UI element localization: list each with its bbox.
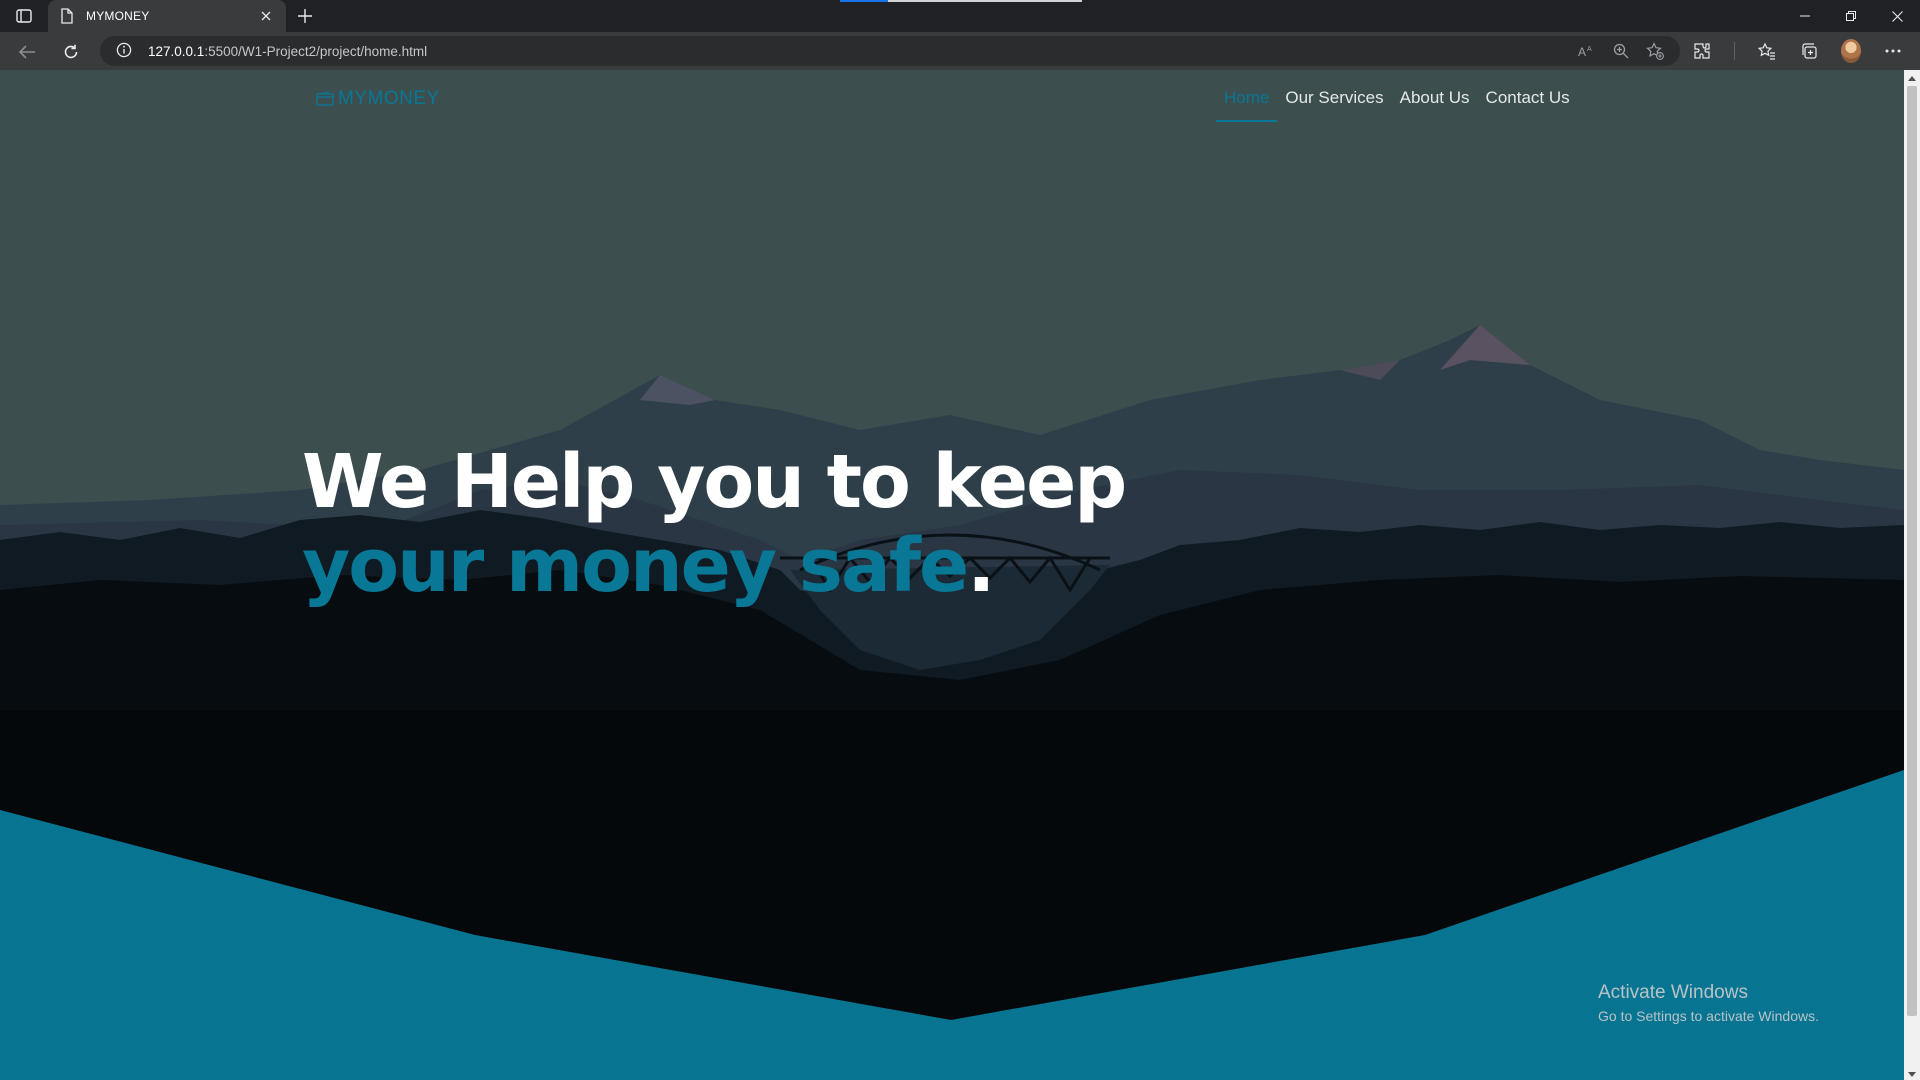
extensions-icon[interactable]: [1692, 41, 1712, 61]
loading-track: [888, 0, 1082, 2]
nav-item-contact-us[interactable]: Contact Us: [1478, 82, 1578, 122]
favorites-icon[interactable]: [1757, 41, 1777, 61]
browser-tab-active[interactable]: MYMONEY: [48, 0, 286, 32]
watermark-title: Activate Windows: [1598, 982, 1748, 1003]
collections-icon[interactable]: [1799, 41, 1819, 61]
close-window-icon[interactable]: [1874, 0, 1920, 32]
tab-title: MYMONEY: [86, 9, 150, 23]
site-logo[interactable]: MYMONEY: [316, 88, 440, 110]
logo-text: MYMONEY: [338, 88, 440, 109]
scroll-down-icon[interactable]: [1908, 1070, 1916, 1078]
nav-item-our-services[interactable]: Our Services: [1277, 82, 1391, 122]
url-bar[interactable]: 127.0.0.1:5500/W1-Project2/project/home.…: [100, 36, 1680, 66]
svg-text:A: A: [1587, 46, 1592, 53]
minimize-icon[interactable]: [1782, 0, 1828, 32]
page-icon: [60, 8, 74, 24]
refresh-icon[interactable]: [60, 41, 82, 63]
add-favorite-icon[interactable]: [1646, 42, 1664, 60]
address-toolbar: 127.0.0.1:5500/W1-Project2/project/home.…: [0, 32, 1920, 70]
loading-indicator: [840, 0, 888, 2]
headline-ending: .: [967, 523, 995, 609]
nav-item-home[interactable]: Home: [1216, 82, 1278, 122]
activate-windows-watermark: Activate Windows Go to Settings to activ…: [1598, 982, 1819, 1024]
vertical-scrollbar[interactable]: [1904, 70, 1920, 1080]
browser-tab-strip: MYMONEY: [0, 0, 1920, 32]
page-viewport: MYMONEY Home Our Services About Us Conta…: [0, 70, 1920, 1080]
headline-main-text: We Help you to keep: [302, 439, 1127, 525]
site-navbar: MYMONEY Home Our Services About Us Conta…: [0, 70, 1904, 130]
url-host: 127.0.0.1: [148, 43, 205, 59]
site-info-icon[interactable]: [116, 42, 134, 60]
zoom-icon[interactable]: [1612, 42, 1630, 60]
main-menu: Home Our Services About Us Contact Us: [1216, 82, 1578, 122]
new-tab-icon[interactable]: [294, 6, 316, 26]
wallet-icon: [316, 91, 334, 107]
toolbar-divider: [1734, 42, 1735, 60]
close-tab-icon[interactable]: [258, 8, 274, 24]
profile-avatar[interactable]: [1841, 39, 1861, 63]
back-icon[interactable]: [16, 41, 38, 63]
watermark-subtitle: Go to Settings to activate Windows.: [1598, 1008, 1819, 1024]
read-aloud-icon[interactable]: AA: [1578, 42, 1596, 60]
more-options-icon[interactable]: [1883, 41, 1903, 61]
window-controls: [1782, 0, 1920, 32]
hero-headline: We Help you to keep your money safe.: [302, 440, 1302, 608]
svg-text:A: A: [1578, 45, 1586, 58]
scroll-up-icon[interactable]: [1908, 74, 1916, 82]
scrollbar-thumb[interactable]: [1907, 86, 1917, 1016]
avatar: [1841, 39, 1861, 63]
restore-icon[interactable]: [1828, 0, 1874, 32]
url-path: :5500/W1-Project2/project/home.html: [204, 43, 428, 59]
headline-highlight-text: your money safe: [302, 523, 969, 609]
nav-item-about-us[interactable]: About Us: [1392, 82, 1478, 122]
tab-actions-icon[interactable]: [10, 6, 38, 26]
